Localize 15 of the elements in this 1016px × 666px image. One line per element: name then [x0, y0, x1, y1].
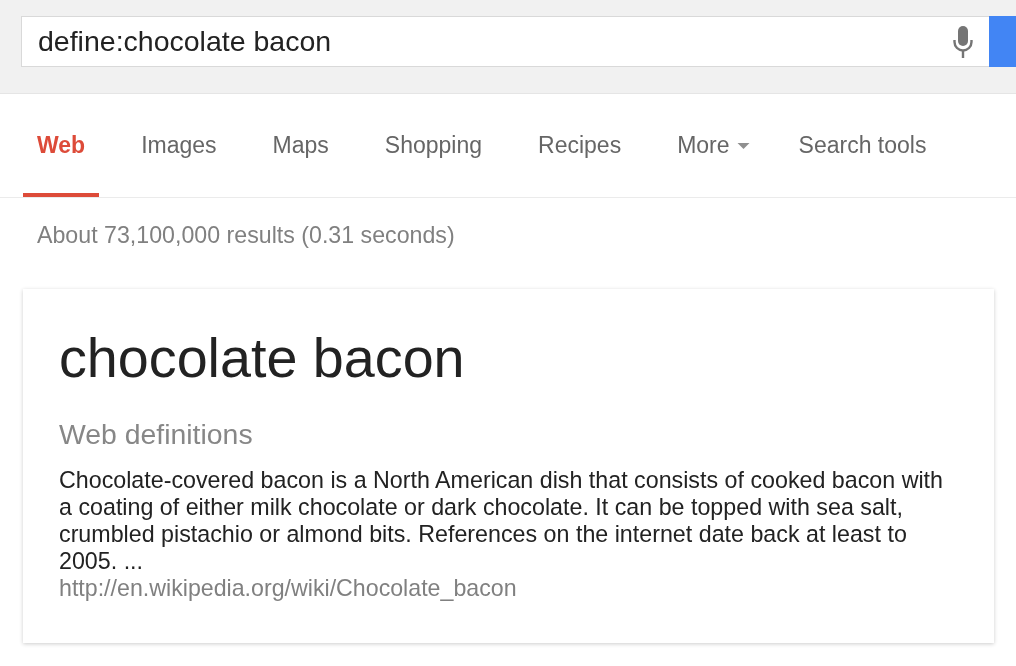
nav-tab[interactable]: Images [127, 94, 231, 197]
nav-tab[interactable]: Shopping [370, 94, 497, 197]
nav-tab[interactable]: Recipes [524, 94, 636, 197]
nav-tab[interactable]: Maps [258, 94, 343, 197]
microphone-icon[interactable] [953, 26, 973, 58]
section-heading: Web definitions [59, 417, 253, 451]
definition-text: Chocolate-covered bacon is a North American dish that consists of cooked bacon with a coating of either milk chocolate or dark chocolate. It can be topped with sea salt, crumbled pistachio or almond bits. References on the internet date back at least to 2005. ... [59, 467, 944, 575]
search-field[interactable]: define:chocolate bacon [21, 16, 989, 67]
caret-icon [736, 142, 750, 149]
nav-tab[interactable]: Search tools [784, 94, 941, 197]
term-heading: chocolate bacon [59, 326, 465, 390]
nav-tab[interactable]: Web [23, 94, 100, 197]
source-url: http://en.wikipedia.org/wiki/Chocolate_bacon [59, 575, 517, 602]
nav-tab[interactable]: More [663, 94, 764, 197]
result-stats: About 73,100,000 results (0.31 seconds) [37, 222, 455, 248]
